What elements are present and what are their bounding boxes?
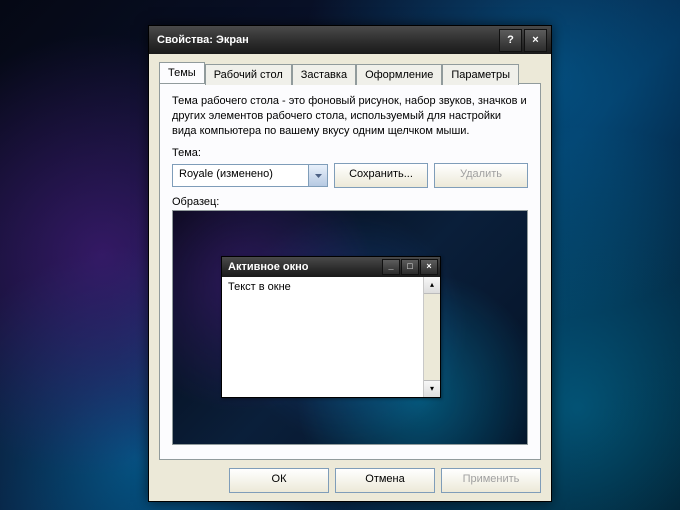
tab-page-themes: Тема рабочего стола - это фоновый рисуно… bbox=[159, 83, 541, 460]
theme-combobox[interactable]: Royale (изменено) bbox=[172, 164, 328, 187]
tab-appearance[interactable]: Оформление bbox=[356, 64, 442, 85]
scroll-track bbox=[424, 294, 440, 380]
preview-minimize-button: _ bbox=[382, 259, 400, 275]
window-title: Свойства: Экран bbox=[157, 34, 497, 46]
theme-label: Тема: bbox=[172, 147, 528, 159]
combobox-dropdown-button[interactable] bbox=[308, 165, 327, 186]
cancel-button[interactable]: Отмена bbox=[335, 468, 435, 493]
maximize-icon: □ bbox=[407, 262, 412, 271]
close-button[interactable]: × bbox=[524, 29, 547, 52]
sample-label: Образец: bbox=[172, 196, 528, 208]
button-label: Применить bbox=[463, 473, 520, 485]
preview-window-titlebar: Активное окно _ □ × bbox=[222, 257, 440, 277]
button-label: Сохранить... bbox=[349, 168, 413, 180]
minimize-icon: _ bbox=[388, 262, 393, 271]
tab-themes[interactable]: Темы bbox=[159, 62, 205, 83]
button-label: ОК bbox=[272, 473, 287, 485]
dialog-footer: ОК Отмена Применить bbox=[159, 460, 541, 493]
titlebar[interactable]: Свойства: Экран ? × bbox=[149, 26, 551, 54]
preview-window-title: Активное окно bbox=[228, 261, 381, 273]
tab-label: Оформление bbox=[365, 69, 433, 81]
desktop-background: Свойства: Экран ? × Темы Рабочий стол За… bbox=[0, 0, 680, 510]
display-properties-dialog: Свойства: Экран ? × Темы Рабочий стол За… bbox=[148, 25, 552, 502]
tab-label: Рабочий стол bbox=[214, 69, 283, 81]
tab-desktop[interactable]: Рабочий стол bbox=[205, 64, 292, 85]
close-icon: × bbox=[532, 34, 538, 46]
preview-active-window: Активное окно _ □ × Текст в окне ▴ ▾ bbox=[221, 256, 441, 398]
preview-close-button: × bbox=[420, 259, 438, 275]
button-label: Отмена bbox=[365, 473, 404, 485]
tab-settings[interactable]: Параметры bbox=[442, 64, 519, 85]
scroll-up-icon: ▴ bbox=[424, 277, 440, 294]
apply-button: Применить bbox=[441, 468, 541, 493]
help-button[interactable]: ? bbox=[499, 29, 522, 52]
preview-scrollbar: ▴ ▾ bbox=[423, 277, 440, 397]
save-theme-button[interactable]: Сохранить... bbox=[334, 163, 428, 188]
tab-label: Заставка bbox=[301, 69, 347, 81]
theme-combobox-value: Royale (изменено) bbox=[173, 165, 308, 186]
tab-screensaver[interactable]: Заставка bbox=[292, 64, 356, 85]
dialog-body: Темы Рабочий стол Заставка Оформление Па… bbox=[149, 54, 551, 501]
theme-row: Royale (изменено) Сохранить... Удалить bbox=[172, 163, 528, 188]
chevron-down-icon bbox=[315, 169, 322, 181]
ok-button[interactable]: ОК bbox=[229, 468, 329, 493]
tab-strip: Темы Рабочий стол Заставка Оформление Па… bbox=[159, 62, 541, 83]
theme-description: Тема рабочего стола - это фоновый рисуно… bbox=[172, 94, 528, 139]
help-icon: ? bbox=[507, 34, 514, 46]
tab-label: Темы bbox=[168, 67, 196, 79]
scroll-down-icon: ▾ bbox=[424, 380, 440, 397]
tab-label: Параметры bbox=[451, 69, 510, 81]
delete-theme-button: Удалить bbox=[434, 163, 528, 188]
preview-maximize-button: □ bbox=[401, 259, 419, 275]
button-label: Удалить bbox=[460, 168, 502, 180]
preview-window-text: Текст в окне bbox=[222, 277, 423, 397]
preview-window-body: Текст в окне ▴ ▾ bbox=[222, 277, 440, 397]
theme-preview: Активное окно _ □ × Текст в окне ▴ ▾ bbox=[172, 210, 528, 445]
close-icon: × bbox=[426, 262, 431, 271]
